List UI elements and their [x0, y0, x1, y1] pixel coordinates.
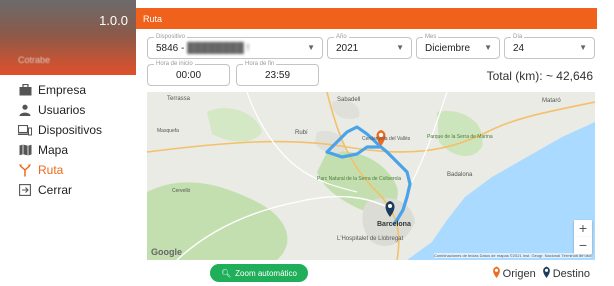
map-label: Sabadell: [337, 97, 360, 103]
page-title-bar: Ruta: [136, 8, 597, 29]
legend-origin: Origen: [492, 266, 536, 281]
zoom-in-button[interactable]: +: [574, 220, 592, 237]
logout-icon: [18, 183, 32, 197]
main-content: Ruta Dispositivo 5846 - ████████ ! ▼ Año…: [136, 0, 614, 286]
end-time-label: Hora de fin: [243, 60, 277, 68]
device-select[interactable]: Dispositivo 5846 - ████████ ! ▼: [147, 33, 323, 59]
start-time-value: 00:00: [175, 70, 202, 81]
sidebar-menu: Empresa Usuarios Dispositivos Mapa Ruta …: [0, 80, 136, 200]
origin-pin-icon: [492, 266, 501, 281]
end-time-value: 23:59: [264, 70, 291, 81]
map-canvas: Sabadell Terrassa Mataró Badalona Barcel…: [147, 92, 595, 260]
total-distance: Total (km): ~ 42,646: [486, 69, 593, 83]
user-icon: [18, 103, 32, 117]
device-id: 5846 -: [156, 43, 188, 54]
device-select-label: Dispositivo: [154, 33, 188, 41]
devices-icon: [18, 123, 32, 137]
month-select-value: Diciembre: [425, 43, 471, 54]
sidebar-item-label: Empresa: [38, 83, 87, 97]
map-label: L'Hospitalet de Llobregat: [337, 236, 404, 242]
map-label: Mataró: [542, 98, 561, 104]
sidebar-item-label: Usuarios: [38, 103, 86, 117]
sidebar-item-ruta[interactable]: Ruta: [0, 160, 136, 180]
app-version: 1.0.0: [99, 13, 128, 28]
sidebar-item-usuarios[interactable]: Usuarios: [0, 100, 136, 120]
month-select-label: Mes: [423, 33, 439, 41]
sidebar-item-dispositivos[interactable]: Dispositivos: [0, 120, 136, 140]
sidebar-item-label: Cerrar: [38, 183, 73, 197]
company-name: Cotrabe: [18, 55, 51, 65]
map-legend: Origen Destino: [492, 266, 590, 281]
zoom-out-button[interactable]: −: [574, 237, 592, 254]
legend-destination-label: Destino: [552, 267, 590, 280]
route-map[interactable]: Sabadell Terrassa Mataró Badalona Barcel…: [147, 92, 595, 260]
year-select-value: 2021: [336, 43, 359, 54]
app-root: 1.0.0 Cotrabe Empresa Usuarios Dispositi…: [0, 0, 614, 286]
chevron-down-icon: ▼: [579, 43, 587, 52]
day-select[interactable]: Día 24 ▼: [504, 33, 595, 59]
chevron-down-icon: ▼: [396, 43, 404, 52]
map-label: Parc Natural de la Serra de Collserola: [317, 176, 401, 182]
map-label: Badalona: [447, 172, 473, 178]
map-label: Masquefa: [157, 128, 179, 134]
zoom-icon: 🔍︎: [221, 268, 232, 278]
end-time-field[interactable]: Hora de fin 23:59: [236, 60, 319, 86]
zoom-auto-button[interactable]: 🔍︎ Zoom automático: [210, 264, 308, 282]
device-name: ████████ !: [187, 43, 250, 54]
sidebar-item-label: Mapa: [38, 143, 69, 157]
map-attribution[interactable]: Combinaciones de teclas Datos de mapas ©…: [433, 253, 591, 258]
chevron-down-icon: ▼: [484, 43, 492, 52]
map-label: Rubí: [295, 130, 308, 136]
day-select-label: Día: [511, 33, 525, 41]
brand-header: 1.0.0 Cotrabe: [0, 0, 136, 75]
sidebar: 1.0.0 Cotrabe Empresa Usuarios Dispositi…: [0, 0, 136, 286]
route-icon: [18, 163, 32, 177]
map-label: Terrassa: [167, 96, 191, 102]
sidebar-item-label: Ruta: [38, 163, 64, 177]
briefcase-icon: [18, 83, 32, 97]
page-title: Ruta: [143, 14, 163, 24]
map-label: Parque de la Serra de Marina: [427, 134, 493, 140]
day-select-value: 24: [513, 43, 525, 54]
zoom-auto-label: Zoom automático: [235, 268, 297, 278]
device-select-value: 5846 - ████████ !: [156, 43, 249, 54]
sidebar-item-mapa[interactable]: Mapa: [0, 140, 136, 160]
year-select[interactable]: Año 2021 ▼: [327, 33, 412, 59]
legend-destination: Destino: [542, 266, 590, 281]
map-icon: [18, 143, 32, 157]
destination-pin-icon: [542, 266, 551, 281]
start-time-field[interactable]: Hora de inicio 00:00: [147, 60, 230, 86]
map-label: Barcelona: [377, 221, 411, 228]
chevron-down-icon: ▼: [307, 43, 315, 52]
year-select-label: Año: [334, 33, 349, 41]
sidebar-item-label: Dispositivos: [38, 123, 103, 137]
google-logo: Google: [151, 247, 182, 257]
month-select[interactable]: Mes Diciembre ▼: [416, 33, 500, 59]
start-time-label: Hora de inicio: [154, 60, 195, 68]
map-label: Cerdanyola del Vallès: [362, 136, 411, 142]
sidebar-item-cerrar[interactable]: Cerrar: [0, 180, 136, 200]
legend-origin-label: Origen: [502, 267, 536, 280]
map-label: Cervelló: [172, 188, 191, 194]
sidebar-item-empresa[interactable]: Empresa: [0, 80, 136, 100]
